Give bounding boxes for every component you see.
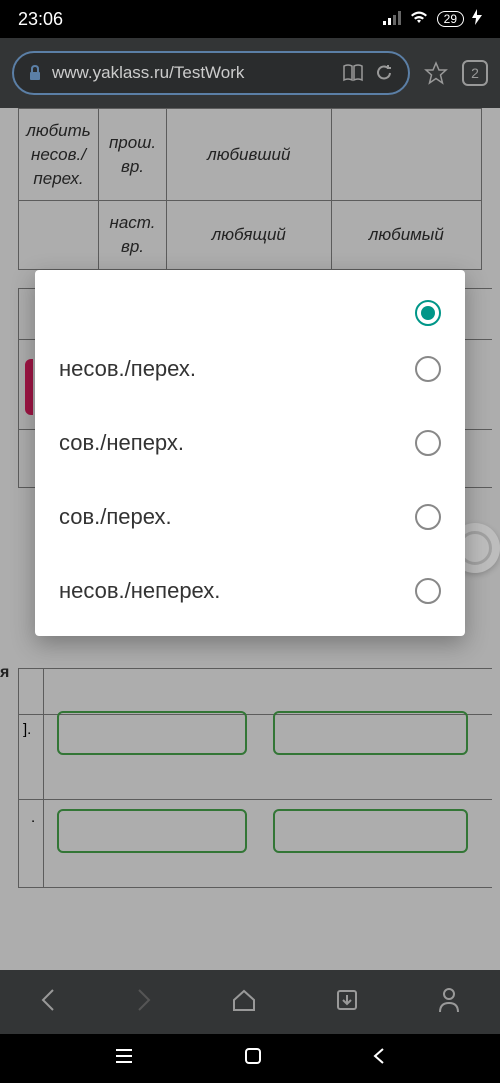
status-right: 29	[383, 9, 482, 30]
home-icon[interactable]	[231, 988, 257, 1017]
bottom-nav	[0, 970, 500, 1034]
wifi-icon	[409, 9, 429, 30]
star-icon[interactable]	[424, 61, 448, 85]
radio-icon	[415, 578, 441, 604]
charging-icon	[472, 9, 482, 30]
signal-icon	[383, 9, 401, 30]
modal-option-3[interactable]: сов./перех.	[35, 480, 465, 554]
url-bar[interactable]: www.yaklass.ru/TestWork	[12, 51, 410, 95]
option-label: несов./неперех.	[59, 578, 220, 604]
system-nav	[0, 1034, 500, 1083]
tab-count[interactable]: 2	[462, 60, 488, 86]
modal-option-4[interactable]: несов./неперех.	[35, 554, 465, 628]
status-bar: 23:06 29	[0, 0, 500, 38]
reload-icon[interactable]	[374, 63, 394, 83]
option-label: несов./перех.	[59, 356, 196, 382]
browser-chrome: www.yaklass.ru/TestWork 2	[0, 38, 500, 108]
downloads-icon[interactable]	[335, 988, 359, 1017]
modal-option-1[interactable]: несов./перех.	[35, 332, 465, 406]
status-time: 23:06	[18, 9, 63, 30]
modal-option-0[interactable]	[35, 294, 465, 332]
option-label: сов./перех.	[59, 504, 172, 530]
forward-icon[interactable]	[135, 986, 153, 1019]
profile-icon[interactable]	[437, 987, 461, 1018]
radio-selected-icon	[415, 300, 441, 326]
lock-icon	[28, 65, 42, 81]
option-label: сов./неперх.	[59, 430, 184, 456]
battery-badge: 29	[437, 11, 464, 27]
page-content: любить несов./ перех. прош. вр. любивший…	[0, 108, 500, 970]
selection-modal: несов./перех. сов./неперх. сов./перех. н…	[35, 270, 465, 636]
menu-icon[interactable]	[114, 1048, 134, 1069]
url-text: www.yaklass.ru/TestWork	[52, 63, 332, 83]
back-icon[interactable]	[39, 986, 57, 1019]
home-button-icon[interactable]	[243, 1046, 263, 1071]
radio-icon	[415, 430, 441, 456]
reader-icon[interactable]	[342, 64, 364, 82]
radio-icon	[415, 504, 441, 530]
radio-icon	[415, 356, 441, 382]
modal-option-2[interactable]: сов./неперх.	[35, 406, 465, 480]
back-button-icon[interactable]	[372, 1046, 386, 1071]
